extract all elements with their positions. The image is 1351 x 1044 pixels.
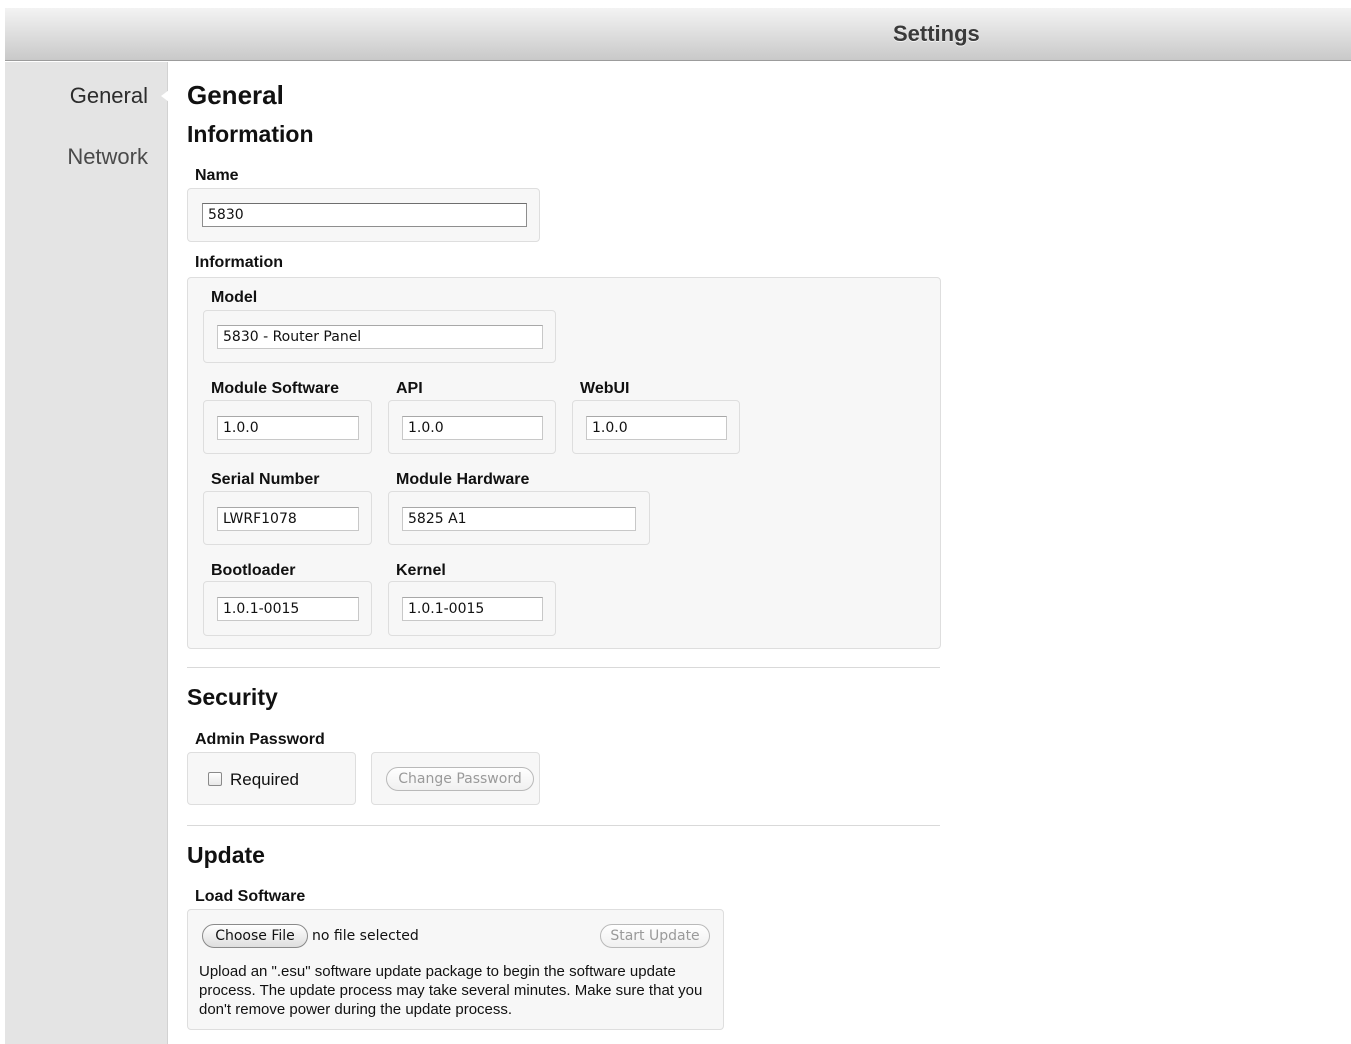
name-input[interactable]: 5830 xyxy=(202,203,527,227)
webui-label: WebUI xyxy=(580,380,630,397)
required-box: Required xyxy=(187,752,356,805)
sidebar-item-network[interactable]: Network xyxy=(67,144,148,170)
webui-field: 1.0.0 xyxy=(586,416,727,440)
information-group-label: Information xyxy=(195,254,283,271)
sidebar-item-general[interactable]: General xyxy=(70,83,148,109)
module-software-box: 1.0.0 xyxy=(203,400,372,454)
name-box: 5830 xyxy=(187,188,540,242)
module-hardware-label: Module Hardware xyxy=(396,471,530,488)
update-heading: Update xyxy=(187,842,265,868)
model-field: 5830 - Router Panel xyxy=(217,325,543,349)
page-title: General xyxy=(187,80,284,110)
api-box: 1.0.0 xyxy=(388,400,556,454)
admin-password-label: Admin Password xyxy=(195,731,325,748)
model-label: Model xyxy=(211,289,258,306)
load-software-label: Load Software xyxy=(195,888,306,905)
start-update-button[interactable]: Start Update xyxy=(600,924,710,948)
title-bar: Settings xyxy=(5,8,1351,61)
kernel-label: Kernel xyxy=(396,562,446,579)
api-field: 1.0.0 xyxy=(402,416,543,440)
security-heading: Security xyxy=(187,684,278,710)
update-help-text: Upload an ".esu" software update package… xyxy=(199,963,703,1018)
sidebar: General Network xyxy=(5,62,169,1044)
module-software-field: 1.0.0 xyxy=(217,416,359,440)
kernel-field: 1.0.1-0015 xyxy=(402,597,543,621)
window-title: Settings xyxy=(893,21,980,46)
change-password-box: Change Password xyxy=(371,752,540,805)
serial-number-box: LWRF1078 xyxy=(203,491,372,545)
selected-caret-icon xyxy=(161,90,169,102)
divider xyxy=(187,825,940,826)
required-checkbox[interactable] xyxy=(208,772,222,786)
webui-box: 1.0.0 xyxy=(572,400,740,454)
file-status-text: no file selected xyxy=(312,928,419,944)
bootloader-box: 1.0.1-0015 xyxy=(203,581,372,636)
module-hardware-box: 5825 A1 xyxy=(388,491,650,545)
choose-file-button[interactable]: Choose File xyxy=(202,924,308,948)
required-label: Required xyxy=(230,770,299,789)
bootloader-field: 1.0.1-0015 xyxy=(217,597,359,621)
model-box: 5830 - Router Panel xyxy=(203,310,556,363)
serial-number-label: Serial Number xyxy=(211,471,320,488)
change-password-button[interactable]: Change Password xyxy=(386,767,534,791)
serial-number-field: LWRF1078 xyxy=(217,507,359,531)
load-software-box: Choose File no file selected Start Updat… xyxy=(187,909,724,1030)
module-hardware-field: 5825 A1 xyxy=(402,507,636,531)
name-label: Name xyxy=(195,167,239,184)
divider xyxy=(187,667,940,668)
api-label: API xyxy=(396,380,423,397)
information-heading: Information xyxy=(187,121,314,147)
kernel-box: 1.0.1-0015 xyxy=(388,581,556,636)
module-software-label: Module Software xyxy=(211,380,340,397)
bootloader-label: Bootloader xyxy=(211,562,296,579)
